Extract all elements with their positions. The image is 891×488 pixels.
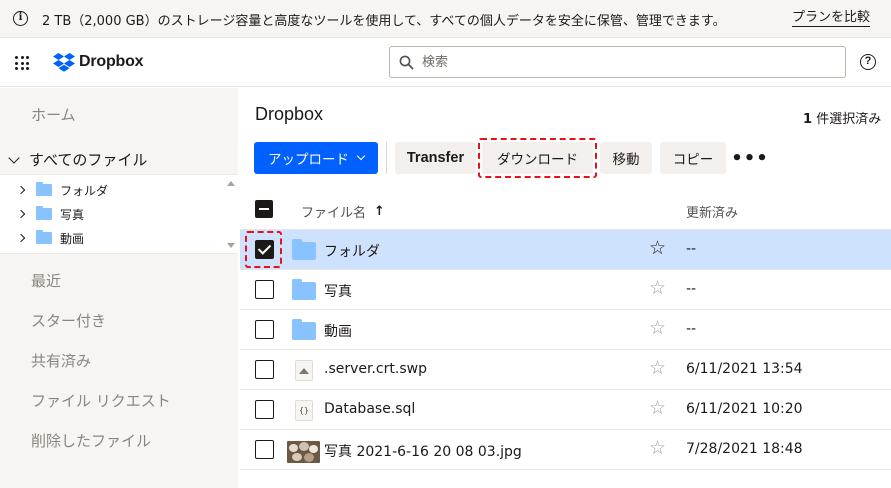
folder-icon [36, 182, 52, 196]
star-icon[interactable]: ☆ [649, 318, 666, 338]
upload-button-label: アップロード [268, 152, 349, 168]
code-file-icon-text: {} [295, 400, 313, 421]
folder-tree: フォルダ 写真 動画 [0, 174, 238, 254]
sidebar-item-shared[interactable]: 共有済み [31, 350, 91, 371]
row-checkbox[interactable] [255, 360, 274, 379]
folder-icon [292, 279, 316, 301]
scroll-up-arrow-icon[interactable] [227, 181, 235, 186]
tree-item-label: フォルダ [60, 183, 109, 198]
sidebar-item-recent[interactable]: 最近 [31, 270, 61, 291]
table-row[interactable]: 写真 2021-6-16 20 08 03.jpg ☆ 7/28/2021 18… [240, 430, 891, 470]
file-name[interactable]: 写真 2021-6-16 20 08 03.jpg [324, 441, 522, 461]
file-name[interactable]: フォルダ [324, 241, 380, 261]
modified-date: 6/11/2021 13:54 [686, 361, 803, 377]
modified-date: -- [686, 281, 697, 297]
file-table-header: ファイル名 ↑ 更新済み [240, 190, 891, 230]
sidebar-item-home[interactable]: ホーム [31, 104, 76, 125]
chevron-down-icon[interactable] [8, 151, 20, 164]
selection-count: 1 件選択済み [803, 108, 881, 127]
search-icon [399, 55, 414, 70]
column-header-name-label: ファイル名 [301, 206, 367, 221]
chevron-right-icon[interactable] [16, 209, 26, 219]
compare-plans-link[interactable]: プランを比較 [792, 10, 871, 27]
tree-item-label: 写真 [60, 207, 85, 222]
row-checkbox[interactable] [255, 280, 274, 299]
column-header-modified[interactable]: 更新済み [686, 202, 738, 221]
code-file-icon: {} [292, 399, 316, 421]
image-thumbnail [287, 439, 320, 463]
toolbar-divider [386, 142, 387, 174]
row-checkbox[interactable] [255, 400, 274, 419]
upgrade-banner: i 2 TB（2,000 GB）のストレージ容量と高度なツールを使用して、すべて… [0, 0, 891, 38]
star-icon[interactable]: ☆ [649, 238, 666, 258]
star-icon[interactable]: ☆ [649, 278, 666, 298]
search-box[interactable] [389, 46, 846, 78]
search-input[interactable] [422, 52, 822, 72]
star-icon[interactable]: ☆ [649, 438, 666, 458]
dropbox-logo[interactable]: Dropbox [53, 51, 144, 73]
sidebar-item-label: すべてのファイル [29, 151, 148, 169]
sort-arrow-up-icon[interactable]: ↑ [374, 204, 385, 219]
chevron-right-icon[interactable] [16, 185, 26, 195]
tree-item-photos[interactable]: 写真 [16, 204, 85, 224]
table-row[interactable]: {} Database.sql ☆ 6/11/2021 10:20 [240, 390, 891, 430]
file-name[interactable]: 動画 [324, 321, 352, 341]
column-header-name[interactable]: ファイル名 ↑ [301, 202, 385, 221]
help-icon[interactable]: ? [860, 54, 876, 70]
top-header: Dropbox ? [0, 38, 891, 87]
modified-date: -- [686, 321, 697, 337]
scroll-down-arrow-icon[interactable] [227, 243, 235, 248]
folder-icon [36, 206, 52, 220]
dropbox-logo-icon [53, 52, 75, 72]
transfer-button[interactable]: Transfer [395, 142, 476, 174]
logo-text: Dropbox [79, 53, 144, 70]
folder-icon [292, 239, 316, 261]
row-checkbox[interactable] [255, 440, 274, 459]
star-icon[interactable]: ☆ [649, 358, 666, 378]
app-grid-icon[interactable] [15, 56, 29, 70]
table-row[interactable]: 動画 ☆ -- [240, 310, 891, 350]
sidebar-item-starred[interactable]: スター付き [31, 310, 106, 331]
modified-date: -- [686, 241, 697, 257]
file-name[interactable]: .server.crt.swp [324, 361, 427, 377]
sidebar-item-deleted-files[interactable]: 削除したファイル [31, 430, 151, 451]
select-all-checkbox[interactable] [255, 200, 273, 218]
upload-button[interactable]: アップロード [254, 142, 378, 174]
more-options-button[interactable]: ••• [731, 142, 768, 174]
modified-date: 6/11/2021 10:20 [686, 401, 803, 417]
row-checkbox[interactable] [255, 320, 274, 339]
table-row[interactable]: .server.crt.swp ☆ 6/11/2021 13:54 [240, 350, 891, 390]
file-name[interactable]: Database.sql [324, 401, 415, 417]
info-icon: i [13, 11, 28, 26]
selection-count-suffix: 件選択済み [816, 112, 882, 127]
chevron-down-icon [356, 151, 366, 161]
file-icon [292, 359, 316, 381]
sidebar: ホーム すべてのファイル フォルダ 写真 動画 最近 スター付き 共有済み ファ… [0, 88, 238, 488]
star-icon[interactable]: ☆ [649, 398, 666, 418]
copy-button[interactable]: コピー [660, 142, 726, 174]
chevron-right-icon[interactable] [16, 233, 26, 243]
banner-message: 2 TB（2,000 GB）のストレージ容量と高度なツールを使用して、すべての個… [42, 14, 726, 29]
tree-item-videos[interactable]: 動画 [16, 228, 85, 248]
table-row[interactable]: フォルダ ☆ -- [240, 230, 891, 270]
move-button[interactable]: 移動 [600, 142, 652, 174]
sidebar-item-all-files[interactable]: すべてのファイル [8, 149, 147, 170]
folder-icon [36, 230, 52, 244]
tree-item-folder[interactable]: フォルダ [16, 180, 109, 200]
sidebar-item-file-requests[interactable]: ファイル リクエスト [31, 390, 171, 411]
tree-item-label: 動画 [60, 231, 85, 246]
row-checkbox[interactable] [255, 240, 274, 259]
selection-count-number: 1 [803, 112, 813, 127]
table-row[interactable]: 写真 ☆ -- [240, 270, 891, 310]
modified-date: 7/28/2021 18:48 [686, 441, 803, 457]
file-name[interactable]: 写真 [324, 281, 352, 301]
page-title: Dropbox [255, 104, 324, 124]
download-button[interactable]: ダウンロード [482, 142, 593, 174]
folder-icon [292, 319, 316, 341]
